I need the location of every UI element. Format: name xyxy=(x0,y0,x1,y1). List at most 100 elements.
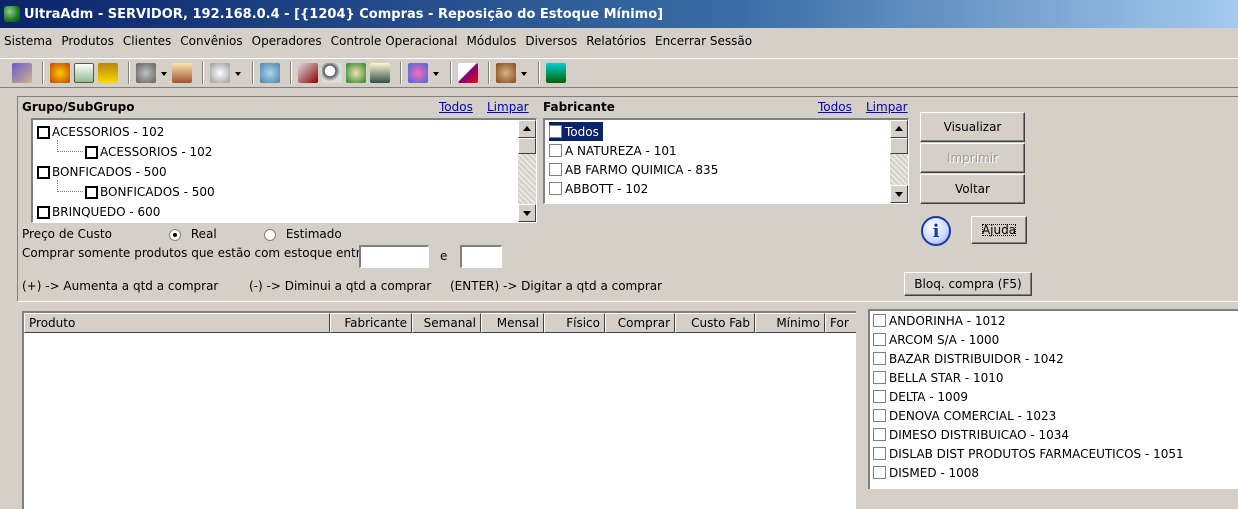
scroll-up-icon[interactable] xyxy=(890,120,908,138)
ajuda-button[interactable]: Ajuda xyxy=(971,216,1027,244)
estoque-min-input[interactable] xyxy=(359,245,429,268)
list-item[interactable]: ARCOM S/A - 1000 xyxy=(873,330,999,349)
grupo-tree[interactable]: ACESSORIOS - 102 ACESSORIOS - 102 BONFIC… xyxy=(31,118,537,223)
scroll-thumb[interactable] xyxy=(890,138,908,154)
checkbox[interactable] xyxy=(549,144,562,157)
voltar-button[interactable]: Voltar xyxy=(920,174,1025,204)
menu-controle-operacional[interactable]: Controle Operacional xyxy=(331,34,458,48)
menu-sistema[interactable]: Sistema xyxy=(4,34,52,48)
scroll-thumb[interactable] xyxy=(518,138,536,154)
grupo-scrollbar[interactable] xyxy=(518,120,536,222)
tree-item[interactable]: BRINQUEDO - 600 xyxy=(37,202,160,222)
search-icon[interactable] xyxy=(322,63,342,83)
column-header-produto[interactable]: Produto xyxy=(24,313,330,333)
menu-modulos[interactable]: Módulos xyxy=(467,34,517,48)
list-item[interactable]: AB FARMO QUIMICA - 835 xyxy=(549,160,718,179)
list-item[interactable]: BELLA STAR - 1010 xyxy=(873,368,1004,387)
list-item[interactable]: DELTA - 1009 xyxy=(873,387,968,406)
money-icon[interactable] xyxy=(346,63,366,83)
products-grid[interactable]: Produto Fabricante Semanal Mensal Físico… xyxy=(22,311,856,509)
fabricante-limpar-link[interactable]: Limpar xyxy=(866,100,908,114)
fabricante-todos-link[interactable]: Todos xyxy=(818,100,852,114)
menu-relatorios[interactable]: Relatórios xyxy=(586,34,646,48)
door-exit-icon[interactable] xyxy=(546,63,566,83)
estoque-max-input[interactable] xyxy=(460,245,502,268)
tree-item[interactable]: ACESSORIOS - 102 xyxy=(85,142,212,162)
checkbox[interactable] xyxy=(873,352,886,365)
column-header-comprar[interactable]: Comprar xyxy=(605,313,675,333)
grupo-todos-link[interactable]: Todos xyxy=(439,100,473,114)
hand-icon[interactable] xyxy=(210,63,230,83)
radio-estimado[interactable] xyxy=(264,228,276,241)
column-header-semanal[interactable]: Semanal xyxy=(412,313,481,333)
tools-icon[interactable] xyxy=(136,63,156,83)
supplier-list[interactable]: ANDORINHA - 1012 ARCOM S/A - 1000 BAZAR … xyxy=(868,309,1238,489)
list-item[interactable]: ABBOTT - 102 xyxy=(549,179,648,198)
sales-icon[interactable] xyxy=(172,63,192,83)
bloq-compra-button[interactable]: Bloq. compra (F5) xyxy=(904,272,1032,296)
column-header-mensal[interactable]: Mensal xyxy=(481,313,544,333)
radio-real[interactable] xyxy=(169,228,181,241)
checkbox[interactable] xyxy=(37,125,50,139)
preco-estimado-option[interactable]: Estimado xyxy=(264,227,342,241)
list-item[interactable]: A NATUREZA - 101 xyxy=(549,141,677,160)
menu-convenios[interactable]: Convênios xyxy=(180,34,242,48)
menu-diversos[interactable]: Diversos xyxy=(525,34,577,48)
column-header-fornecedor[interactable]: For xyxy=(825,313,856,333)
tree-item[interactable]: ACESSORIOS - 102 xyxy=(37,122,164,142)
list-item[interactable]: DIMESO DISTRIBUICAO - 1034 xyxy=(873,425,1069,444)
book-icon[interactable] xyxy=(370,63,390,83)
scroll-down-icon[interactable] xyxy=(518,204,536,222)
chevron-down-icon[interactable] xyxy=(432,63,440,83)
checkbox[interactable] xyxy=(549,163,562,176)
fabricante-scrollbar[interactable] xyxy=(890,120,908,203)
list-item[interactable]: BAZAR DISTRIBUIDOR - 1042 xyxy=(873,349,1064,368)
checkbox[interactable] xyxy=(873,428,886,441)
calendar-icon[interactable] xyxy=(74,63,94,83)
checkbox[interactable] xyxy=(873,314,886,327)
grupo-limpar-link[interactable]: Limpar xyxy=(487,100,529,114)
checkbox[interactable] xyxy=(873,333,886,346)
checkbox[interactable] xyxy=(549,125,562,138)
checkbox[interactable] xyxy=(873,390,886,403)
chart-icon[interactable] xyxy=(458,63,478,83)
checkbox[interactable] xyxy=(37,165,50,179)
menu-clientes[interactable]: Clientes xyxy=(123,34,171,48)
customer-icon[interactable] xyxy=(50,63,70,83)
checkbox[interactable] xyxy=(873,466,886,479)
checkbox[interactable] xyxy=(37,205,50,219)
visualizar-button[interactable]: Visualizar xyxy=(920,112,1025,142)
list-item[interactable]: DISLAB DIST PRODUTOS FARMACEUTICOS - 105… xyxy=(873,444,1184,463)
column-header-fabricante[interactable]: Fabricante xyxy=(330,313,412,333)
checkbox[interactable] xyxy=(873,371,886,384)
products-icon[interactable] xyxy=(98,63,118,83)
checkbox[interactable] xyxy=(85,185,98,199)
fabricante-list[interactable]: Todos A NATUREZA - 101 AB FARMO QUIMICA … xyxy=(543,118,909,204)
chevron-down-icon[interactable] xyxy=(234,63,242,83)
menu-operadores[interactable]: Operadores xyxy=(252,34,322,48)
list-item[interactable]: DISMED - 1008 xyxy=(873,463,979,482)
column-header-custo-fab[interactable]: Custo Fab xyxy=(675,313,755,333)
chevron-down-icon[interactable] xyxy=(520,63,528,83)
report-icon[interactable] xyxy=(298,63,318,83)
settings-icon[interactable] xyxy=(496,63,516,83)
exit-icon[interactable] xyxy=(12,63,32,83)
scroll-up-icon[interactable] xyxy=(518,120,536,138)
checkbox[interactable] xyxy=(549,182,562,195)
tree-item[interactable]: BONFICADOS - 500 xyxy=(37,162,167,182)
list-item[interactable]: Todos xyxy=(549,122,603,141)
chevron-down-icon[interactable] xyxy=(160,63,168,83)
preco-real-option[interactable]: Real xyxy=(169,227,217,241)
menu-encerrar-sessao[interactable]: Encerrar Sessão xyxy=(655,34,752,48)
network-icon[interactable] xyxy=(408,63,428,83)
checkbox[interactable] xyxy=(873,447,886,460)
menu-produtos[interactable]: Produtos xyxy=(61,34,114,48)
list-item[interactable]: ANDORINHA - 1012 xyxy=(873,311,1005,330)
imprimir-button[interactable]: Imprimir xyxy=(920,143,1025,173)
column-header-minimo[interactable]: Mínimo xyxy=(755,313,825,333)
checkbox[interactable] xyxy=(873,409,886,422)
checkbox[interactable] xyxy=(85,145,98,159)
scroll-down-icon[interactable] xyxy=(890,185,908,203)
stock-icon[interactable] xyxy=(260,63,280,83)
column-header-fisico[interactable]: Físico xyxy=(544,313,605,333)
